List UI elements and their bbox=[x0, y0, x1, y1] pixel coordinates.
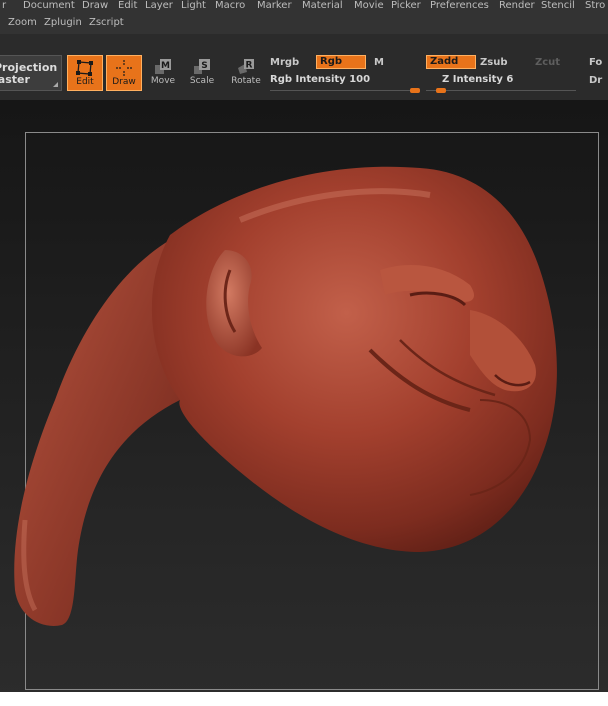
zsub-toggle[interactable]: Zsub bbox=[480, 57, 507, 69]
zcut-toggle[interactable]: Zcut bbox=[535, 57, 560, 69]
focal-shift-label[interactable]: Fo bbox=[589, 57, 602, 69]
z-intensity-value: 6 bbox=[506, 74, 514, 85]
z-intensity-label: Z Intensity 6 bbox=[442, 74, 513, 85]
scale-icon: S bbox=[194, 59, 210, 74]
z-intensity-knob[interactable] bbox=[436, 88, 446, 93]
draw-label: Draw bbox=[112, 77, 136, 87]
top-shelf-toolbar: Projection laster Edit Draw M Move bbox=[0, 34, 608, 100]
rotate-button[interactable]: R Rotate bbox=[226, 55, 266, 91]
edit-button[interactable]: Edit bbox=[67, 55, 103, 91]
draw-size-label[interactable]: Dr bbox=[589, 75, 602, 87]
m-toggle[interactable]: M bbox=[374, 57, 384, 69]
edit-label: Edit bbox=[76, 77, 94, 87]
document-canvas[interactable] bbox=[0, 100, 608, 706]
corner-marker-icon bbox=[53, 82, 58, 87]
main-menu-bar: r Document Draw Edit Layer Light Macro M… bbox=[0, 0, 608, 12]
rgb-intensity-label: Rgb Intensity 100 bbox=[270, 74, 370, 85]
menu-material[interactable]: Material bbox=[302, 0, 343, 12]
rgb-intensity-knob[interactable] bbox=[410, 88, 420, 93]
z-intensity-slider[interactable] bbox=[426, 90, 576, 91]
menu-stroke[interactable]: Stro bbox=[585, 0, 605, 12]
edit-icon bbox=[76, 60, 93, 76]
projection-label-2: laster bbox=[0, 73, 30, 86]
menu-document[interactable]: Document bbox=[23, 0, 75, 12]
zadd-toggle[interactable]: Zadd bbox=[426, 55, 476, 69]
move-label: Move bbox=[150, 76, 176, 86]
projection-master-button[interactable]: Projection laster bbox=[0, 55, 62, 91]
scale-button[interactable]: S Scale bbox=[184, 55, 220, 91]
rgb-intensity-value: 100 bbox=[349, 74, 371, 85]
menu-picker[interactable]: Picker bbox=[391, 0, 421, 12]
rgb-toggle[interactable]: Rgb bbox=[316, 55, 366, 69]
bottom-strip bbox=[0, 692, 608, 706]
draw-icon bbox=[116, 60, 132, 76]
menu-render[interactable]: Render bbox=[499, 0, 535, 12]
menu-zplugin[interactable]: Zplugin bbox=[44, 17, 82, 29]
menu-zscript[interactable]: Zscript bbox=[89, 17, 124, 29]
rgb-intensity-text: Rgb Intensity bbox=[270, 74, 346, 85]
scale-label: Scale bbox=[189, 76, 215, 86]
move-hotkey: M bbox=[161, 61, 170, 71]
menu-light[interactable]: Light bbox=[181, 0, 206, 12]
sculpt-model-head[interactable] bbox=[0, 100, 608, 706]
menu-movie[interactable]: Movie bbox=[354, 0, 384, 12]
menu-preferences[interactable]: Preferences bbox=[430, 0, 489, 12]
menu-zoom[interactable]: Zoom bbox=[8, 17, 37, 29]
menu-edit[interactable]: Edit bbox=[118, 0, 137, 12]
move-button[interactable]: M Move bbox=[145, 55, 181, 91]
menu-draw[interactable]: Draw bbox=[82, 0, 108, 12]
menu-marker[interactable]: Marker bbox=[257, 0, 292, 12]
menu-stencil[interactable]: Stencil bbox=[541, 0, 575, 12]
menu-macro[interactable]: Macro bbox=[215, 0, 245, 12]
secondary-menu-bar: Zoom Zplugin Zscript bbox=[0, 12, 608, 34]
rotate-label: Rotate bbox=[231, 76, 261, 86]
menu-color[interactable]: r bbox=[2, 0, 6, 12]
move-icon: M bbox=[155, 59, 171, 74]
z-intensity-text: Z Intensity bbox=[442, 74, 503, 85]
menu-layer[interactable]: Layer bbox=[145, 0, 173, 12]
rgb-intensity-slider[interactable] bbox=[270, 90, 420, 91]
rotate-icon: R bbox=[238, 59, 254, 74]
scale-hotkey: S bbox=[201, 61, 207, 71]
mrgb-toggle[interactable]: Mrgb bbox=[270, 57, 299, 69]
rotate-hotkey: R bbox=[246, 61, 253, 71]
draw-button[interactable]: Draw bbox=[106, 55, 142, 91]
